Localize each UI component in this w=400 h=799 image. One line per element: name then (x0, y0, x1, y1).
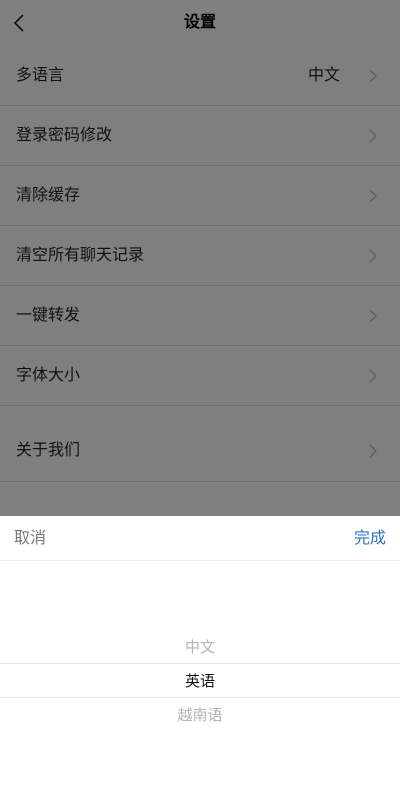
settings-list: 多语言 中文 登录密码修改 清除缓存 清空所有聊天记录 一键转发 字体大小 关于… (0, 46, 400, 482)
settings-item-clear-cache[interactable]: 清除缓存 (0, 166, 400, 226)
settings-item-label: 清空所有聊天记录 (16, 245, 145, 264)
settings-item-label: 一键转发 (16, 305, 81, 324)
picker-option[interactable]: 中文 (0, 637, 400, 657)
settings-item-language[interactable]: 多语言 中文 (0, 46, 400, 106)
chevron-right-icon (369, 369, 377, 383)
language-current-value: 中文 (307, 65, 340, 84)
settings-item-label: 多语言 (16, 65, 65, 84)
done-button[interactable]: 完成 (354, 528, 386, 548)
settings-item-label: 清除缓存 (16, 185, 81, 204)
language-picker-wheel[interactable]: 中文 英语 越南语 (0, 561, 400, 799)
chevron-right-icon (369, 309, 377, 323)
picker-option-selected[interactable]: 英语 (0, 671, 400, 691)
chevron-right-icon (369, 189, 377, 203)
section-gap (0, 406, 400, 420)
selection-indicator-top (0, 663, 400, 664)
chevron-right-icon (369, 249, 377, 263)
settings-item-clear-chats[interactable]: 清空所有聊天记录 (0, 226, 400, 286)
chevron-right-icon (369, 444, 377, 458)
chevron-right-icon (369, 129, 377, 143)
settings-item-forward[interactable]: 一键转发 (0, 286, 400, 346)
settings-item-label: 关于我们 (16, 440, 81, 459)
language-picker-sheet: 取消 完成 中文 英语 越南语 (0, 516, 400, 799)
chevron-right-icon (369, 69, 377, 83)
settings-item-label: 登录密码修改 (16, 125, 113, 144)
settings-item-about[interactable]: 关于我们 (0, 420, 400, 482)
settings-item-font-size[interactable]: 字体大小 (0, 346, 400, 406)
header: 设置 (0, 0, 400, 46)
selection-indicator-bottom (0, 697, 400, 698)
settings-item-password[interactable]: 登录密码修改 (0, 106, 400, 166)
picker-option[interactable]: 越南语 (0, 705, 400, 725)
page-title: 设置 (183, 12, 216, 31)
picker-toolbar: 取消 完成 (0, 516, 400, 561)
settings-item-label: 字体大小 (16, 365, 81, 384)
cancel-button[interactable]: 取消 (14, 528, 46, 548)
